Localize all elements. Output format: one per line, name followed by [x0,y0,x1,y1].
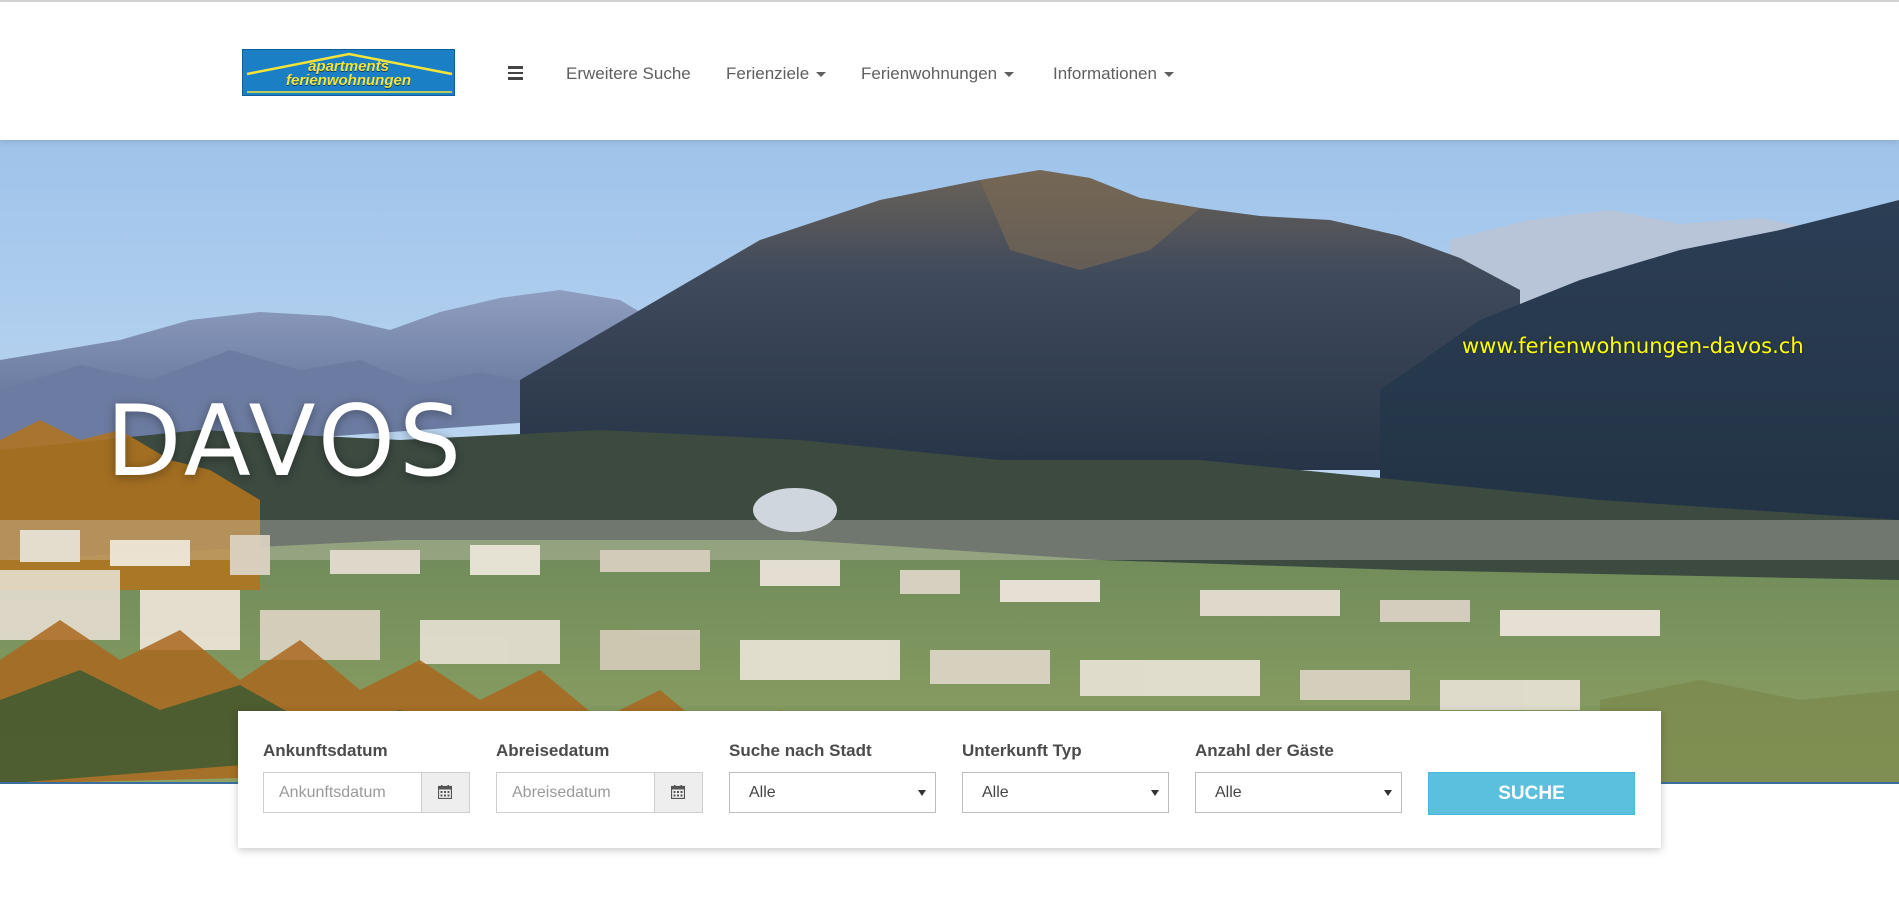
arrival-input-group [263,772,470,813]
nav-item-label: Erweitere Suche [566,64,691,83]
nav-item-erweiterte-suche[interactable]: Erweitere Suche [566,54,691,94]
departure-date-input[interactable] [497,773,655,812]
departure-input-group [496,772,703,813]
dropdown-arrow-icon [918,790,926,796]
city-label: Suche nach Stadt [729,741,872,760]
arrival-date-input[interactable] [264,773,422,812]
caret-down-icon [1163,72,1174,78]
nav-item-label: Ferienwohnungen [861,64,998,83]
departure-label: Abreisedatum [496,741,610,760]
guests-label: Anzahl der Gäste [1195,741,1334,760]
hero-title: DAVOS [106,385,466,499]
type-select[interactable]: Alle [962,772,1169,813]
nav-item-ferienziele[interactable]: Ferienziele [726,54,827,94]
nav-item-label: Informationen [1053,64,1157,83]
type-select-value: Alle [982,784,1009,801]
search-panel: Ankunftsdatum Abreisedatum [238,711,1661,848]
guests-select-value: Alle [1215,784,1242,801]
hero-banner: www.ferienwohnungen-davos.ch DAVOS [0,140,1899,784]
nav-item-ferienwohnungen[interactable]: Ferienwohnungen [861,54,1015,94]
type-label: Unterkunft Typ [962,741,1082,760]
city-select[interactable]: Alle [729,772,936,813]
site-header: apartments ferienwohnungen Erweitere Suc… [0,2,1899,140]
calendar-icon[interactable] [654,773,702,812]
dropdown-arrow-icon [1151,790,1159,796]
hero-url-watermark: www.ferienwohnungen-davos.ch [1462,334,1804,358]
caret-down-icon [1004,72,1015,78]
hamburger-icon[interactable] [508,66,523,80]
dropdown-arrow-icon [1384,790,1392,796]
site-logo[interactable]: apartments ferienwohnungen [242,49,455,96]
city-select-value: Alle [749,784,776,801]
calendar-icon[interactable] [421,773,469,812]
caret-down-icon [816,72,827,78]
guests-select[interactable]: Alle [1195,772,1402,813]
logo-text: apartments ferienwohnungen [243,59,454,89]
nav-item-informationen[interactable]: Informationen [1053,54,1174,94]
nav-item-label: Ferienziele [726,64,810,83]
logo-line-2: ferienwohnungen [286,72,411,89]
search-button[interactable]: SUCHE [1428,772,1635,815]
arrival-label: Ankunftsdatum [263,741,388,760]
